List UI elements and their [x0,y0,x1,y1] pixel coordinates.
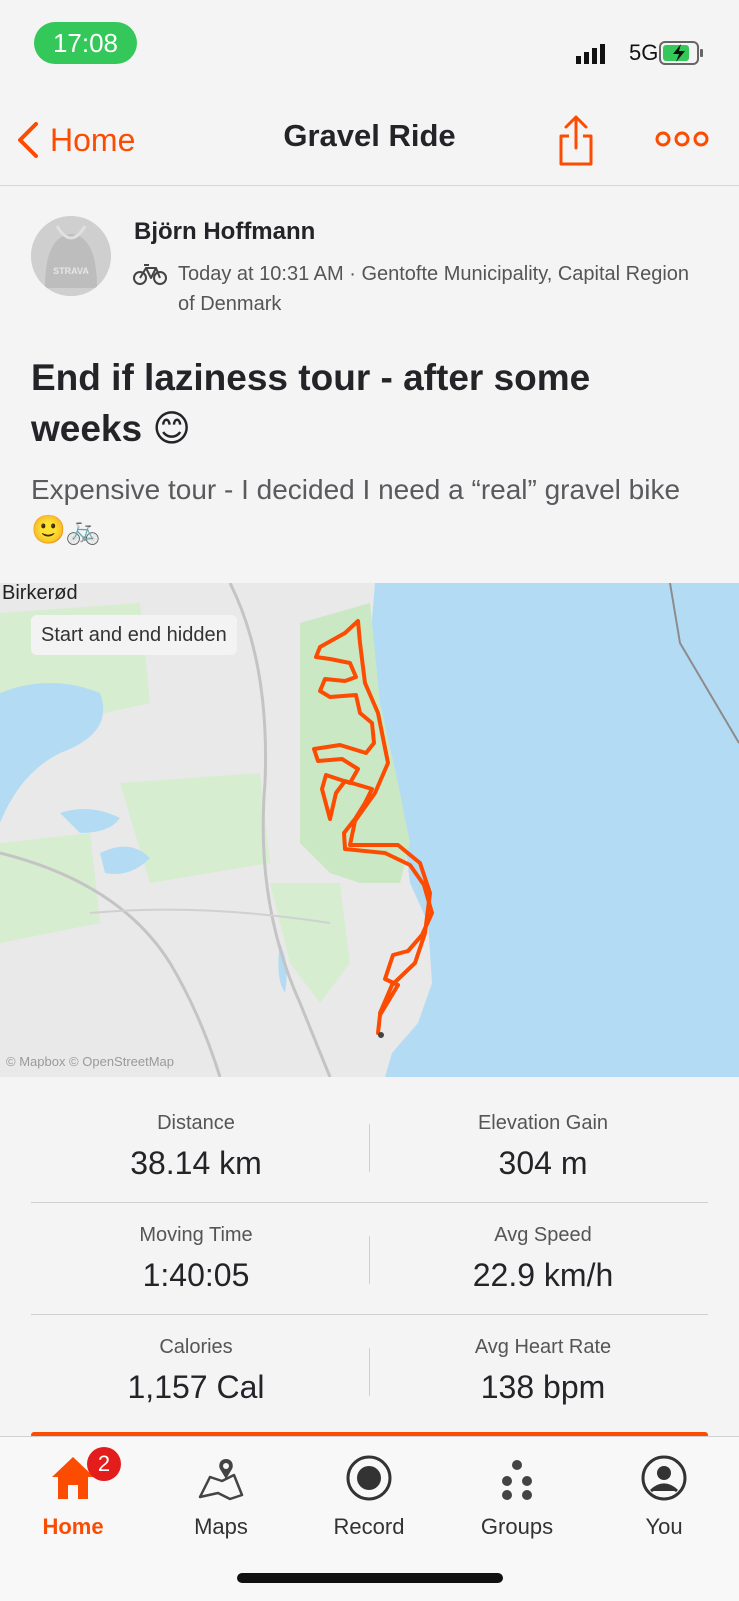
record-icon [346,1455,392,1501]
stat-divider [369,1124,370,1172]
stat-label: Avg Speed [494,1224,592,1246]
stat-label: Calories [159,1336,233,1358]
home-indicator[interactable] [237,1573,503,1583]
privacy-chip: Start and end hidden [31,615,237,655]
stat-elevation: Elevation Gain 304 m [378,1112,708,1182]
nav-divider [0,185,739,186]
avatar[interactable]: STRAVA [31,216,111,296]
maps-icon [198,1459,244,1501]
tab-label: Record [333,1514,405,1539]
map-canvas [0,583,739,1077]
stat-divider [369,1348,370,1396]
tab-label: You [645,1514,683,1539]
bicycle-icon [133,264,167,285]
stat-value: 22.9 km/h [472,1257,614,1293]
stat-avg-speed: Avg Speed 22.9 km/h [378,1224,708,1294]
stats-divider [31,1202,708,1203]
activity-title: End if laziness tour - after some weeks … [31,357,591,449]
tab-record[interactable]: Record [304,1448,434,1540]
avatar-watermark: STRAVA [53,266,89,276]
stat-label: Distance [157,1112,235,1134]
stat-value: 38.14 km [130,1145,262,1181]
more-options-icon[interactable] [654,124,710,154]
stat-value: 138 bpm [480,1369,606,1405]
stat-moving-time: Moving Time 1:40:05 [31,1224,361,1294]
map-city-label: Birkerød [2,582,78,604]
stat-heart-rate: Avg Heart Rate 138 bpm [378,1336,708,1406]
athlete-name[interactable]: Björn Hoffmann [134,218,315,246]
stat-value: 1:40:05 [142,1257,250,1293]
signal-icon [576,44,605,64]
activity-meta: Today at 10:31 AM · Gentofte Municipalit… [178,263,690,315]
stat-divider [369,1236,370,1284]
tab-you[interactable]: You [599,1448,729,1540]
notification-badge: 2 [87,1447,121,1481]
tab-label: Home [42,1514,104,1539]
sea-area [370,583,739,1077]
profile-icon [641,1455,687,1501]
stats-divider [31,1314,708,1315]
groups-icon [502,1460,532,1500]
stat-label: Avg Heart Rate [474,1336,612,1358]
activity-description: Expensive tour - I decided I need a “rea… [31,474,681,545]
stat-value: 1,157 Cal [127,1369,265,1405]
avatar-silhouette-icon: STRAVA [31,216,111,296]
stat-calories: Calories 1,157 Cal [31,1336,361,1406]
stat-label: Moving Time [139,1224,253,1246]
page-title: Gravel Ride [283,118,456,153]
stat-value: 304 m [498,1145,588,1181]
battery-icon [659,41,703,65]
network-type: 5G [629,40,659,65]
route-map[interactable] [0,583,739,1077]
status-time: 17:08 [34,22,137,64]
tab-label: Groups [480,1514,554,1539]
map-attribution[interactable]: © Mapbox © OpenStreetMap [6,1054,174,1069]
stat-distance: Distance 38.14 km [31,1112,361,1182]
share-icon[interactable] [556,112,596,168]
tab-maps[interactable]: Maps [156,1448,286,1540]
tab-groups[interactable]: Groups [452,1448,582,1540]
route-end-marker [378,1032,384,1038]
tab-label: Maps [194,1514,248,1539]
stat-label: Elevation Gain [477,1112,609,1134]
